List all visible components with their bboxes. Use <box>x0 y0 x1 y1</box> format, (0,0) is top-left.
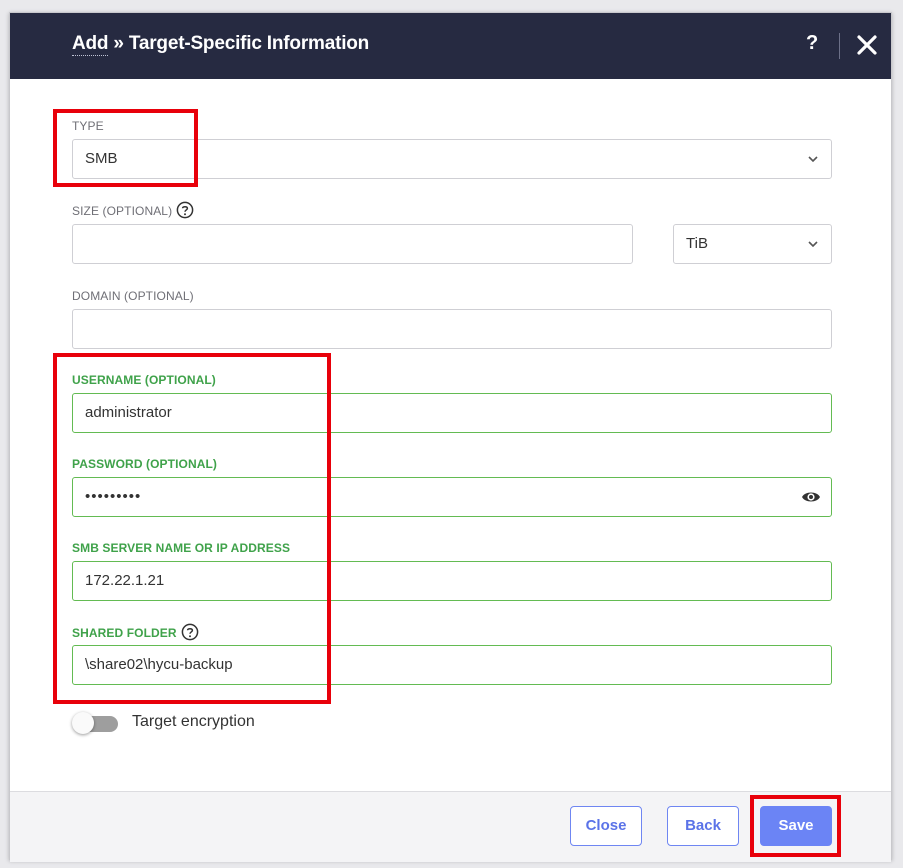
help-circle-icon[interactable] <box>181 623 199 641</box>
encryption-toggle[interactable] <box>72 712 120 734</box>
size-input[interactable] <box>72 224 633 264</box>
shared-folder-input[interactable]: \share02\hycu-backup <box>72 645 832 685</box>
toggle-knob <box>72 712 94 734</box>
password-value: ••••••••• <box>85 488 142 505</box>
server-label: SMB SERVER NAME OR IP ADDRESS <box>72 541 291 555</box>
size-unit-value: TiB <box>686 235 708 252</box>
type-value: SMB <box>85 150 118 167</box>
chevron-down-icon <box>808 241 818 248</box>
password-label: PASSWORD (OPTIONAL) <box>72 457 218 471</box>
title-text: » Target-Specific Information <box>108 33 370 54</box>
back-button[interactable]: Back <box>667 806 739 846</box>
dialog-title: Add » Target-Specific Information <box>72 33 370 56</box>
type-select[interactable]: SMB <box>72 139 832 179</box>
domain-label: DOMAIN (OPTIONAL) <box>72 289 194 303</box>
size-unit-select[interactable]: TiB <box>673 224 832 264</box>
size-label: SIZE (OPTIONAL) <box>72 201 194 221</box>
eye-icon[interactable] <box>801 489 821 505</box>
breadcrumb-add-link[interactable]: Add <box>72 33 109 56</box>
type-label: TYPE <box>72 119 104 133</box>
username-label: USERNAME (OPTIONAL) <box>72 373 216 387</box>
server-input[interactable]: 172.22.1.21 <box>72 561 832 601</box>
close-button[interactable]: Close <box>570 806 642 846</box>
header-divider <box>839 33 840 59</box>
close-icon[interactable] <box>855 31 879 59</box>
target-dialog: Add » Target-Specific Information ? TYPE… <box>9 12 892 862</box>
shared-folder-label: SHARED FOLDER <box>72 623 199 643</box>
dialog-header: Add » Target-Specific Information ? <box>10 13 891 79</box>
password-input[interactable]: ••••••••• <box>72 477 832 517</box>
username-input[interactable]: administrator <box>72 393 832 433</box>
help-circle-icon[interactable] <box>176 201 194 219</box>
save-button[interactable]: Save <box>760 806 832 846</box>
help-button[interactable]: ? <box>806 32 818 55</box>
chevron-down-icon <box>808 156 818 163</box>
domain-input[interactable] <box>72 309 832 349</box>
encryption-label: Target encryption <box>132 713 255 730</box>
dialog-footer <box>10 791 891 862</box>
